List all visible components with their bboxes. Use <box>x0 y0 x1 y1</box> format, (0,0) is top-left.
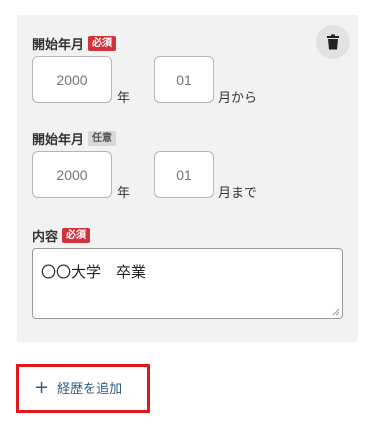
trash-icon <box>327 34 339 50</box>
required-badge: 必須 <box>62 228 91 243</box>
start-month-input[interactable] <box>154 56 214 103</box>
start-year-input[interactable] <box>32 56 112 103</box>
start-period-label-row: 開始年月 必須 <box>32 34 117 53</box>
add-history-button[interactable]: + 経歴を追加 <box>34 378 122 397</box>
end-year-input[interactable] <box>32 151 112 198</box>
start-year-suffix: 年 <box>117 91 131 106</box>
end-month-suffix: 月まで <box>218 186 258 201</box>
plus-icon: + <box>34 376 50 398</box>
resize-grip-icon[interactable] <box>332 308 340 316</box>
content-label-row: 内容 必須 <box>32 226 91 245</box>
delete-entry-button[interactable] <box>316 25 350 59</box>
start-month-suffix: 月から <box>218 91 258 106</box>
end-period-label-row: 開始年月 任意 <box>32 129 117 148</box>
optional-badge: 任意 <box>88 131 117 146</box>
end-year-suffix: 年 <box>117 186 131 201</box>
content-text: 〇〇大学 卒業 <box>41 263 147 281</box>
add-history-label: 経歴を追加 <box>57 382 123 397</box>
end-month-input[interactable] <box>154 151 214 198</box>
content-textarea[interactable]: 〇〇大学 卒業 <box>32 248 343 319</box>
start-period-label: 開始年月 <box>32 38 85 53</box>
required-badge: 必須 <box>88 36 117 51</box>
end-period-label: 開始年月 <box>32 133 85 148</box>
content-label: 内容 <box>32 230 59 245</box>
